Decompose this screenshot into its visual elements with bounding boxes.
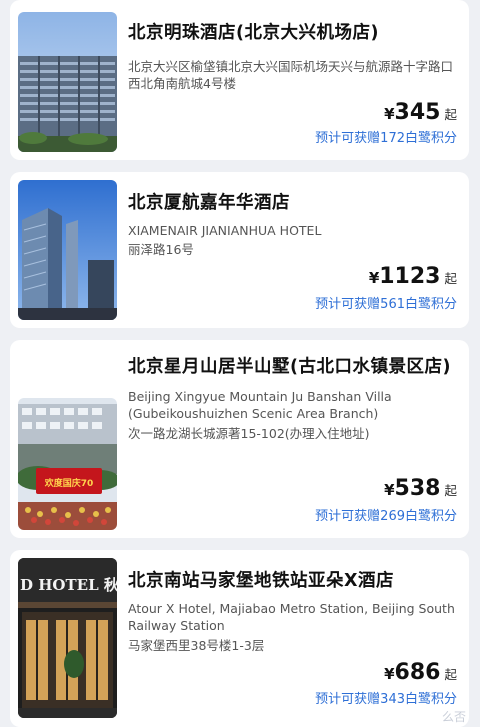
price-suffix: 起 [444,667,457,682]
hotel-name[interactable]: 北京星月山居半山墅(古北口水镇景区店) [128,354,457,380]
hotel-address: 北京大兴区榆垡镇北京大兴国际机场天兴与航源路十字路口西北角南航城4号楼 [128,59,454,91]
price-suffix: 起 [444,483,457,498]
hotel-price: 345 [394,100,441,125]
points-text: 预计可获赠343白鹭积分 [315,692,457,707]
hotel-photo[interactable]: 欢度国庆70 [18,398,117,530]
svg-text:D HOTEL 秋: D HOTEL 秋 [20,576,117,594]
price-row: ¥345 起 [384,100,457,125]
hotel-price: 538 [394,476,441,501]
points-text: 预计可获赠172白鹭积分 [315,131,457,146]
hotel-list: 北京明珠酒店(北京大兴机场店) 北京大兴区榆垡镇北京大兴国际机场天兴与航源路十字… [0,0,480,727]
price-suffix: 起 [444,271,457,286]
watermark: 么否 [441,710,466,724]
hotel-card[interactable]: 欢度国庆70 北京星月山居半山墅(古北口水镇景区店) Beijing Xingy… [10,340,469,538]
hotel-address: 丽泽路16号 [128,242,194,257]
price-row: ¥686 起 [384,660,457,685]
points-text: 预计可获赠269白鹭积分 [315,509,457,524]
hotel-photo[interactable] [18,12,117,152]
hotel-address: 次一路龙湖长城源著15-102(办理入住地址) [128,426,370,441]
currency-symbol: ¥ [384,481,395,499]
hotel-photo[interactable] [18,180,117,320]
points-text: 预计可获赠561白鹭积分 [315,297,457,312]
hotel-name[interactable]: 北京南站马家堡地铁站亚朵X酒店 [128,568,457,594]
hotel-name[interactable]: 北京厦航嘉年华酒店 [128,190,457,216]
currency-symbol: ¥ [384,665,395,683]
hotel-card[interactable]: 北京厦航嘉年华酒店 XIAMENAIR JIANIANHUA HOTEL 丽泽路… [10,172,469,328]
hotel-english-name: XIAMENAIR JIANIANHUA HOTEL [128,223,322,238]
hotel-card[interactable]: D HOTEL 秋 北京南站马家堡地铁站亚朵X酒店 Atour X Hotel,… [10,550,469,727]
hotel-address: 马家堡西里38号楼1-3层 [128,638,265,653]
hotel-english-name: Atour X Hotel, Majiabao Metro Station, B… [128,601,455,633]
price-row: ¥1123 起 [369,264,457,289]
hotel-photo[interactable]: D HOTEL 秋 [18,558,117,718]
svg-text:欢度国庆70: 欢度国庆70 [44,477,94,489]
hotel-price: 686 [394,660,441,685]
hotel-price: 1123 [379,264,441,289]
hotel-english-name: Beijing Xingyue Mountain Ju Banshan Vill… [128,389,392,421]
price-suffix: 起 [444,107,457,122]
price-row: ¥538 起 [384,476,457,501]
currency-symbol: ¥ [368,269,380,287]
hotel-card[interactable]: 北京明珠酒店(北京大兴机场店) 北京大兴区榆垡镇北京大兴国际机场天兴与航源路十字… [10,0,469,160]
currency-symbol: ¥ [384,105,395,123]
hotel-name[interactable]: 北京明珠酒店(北京大兴机场店) [128,20,457,46]
